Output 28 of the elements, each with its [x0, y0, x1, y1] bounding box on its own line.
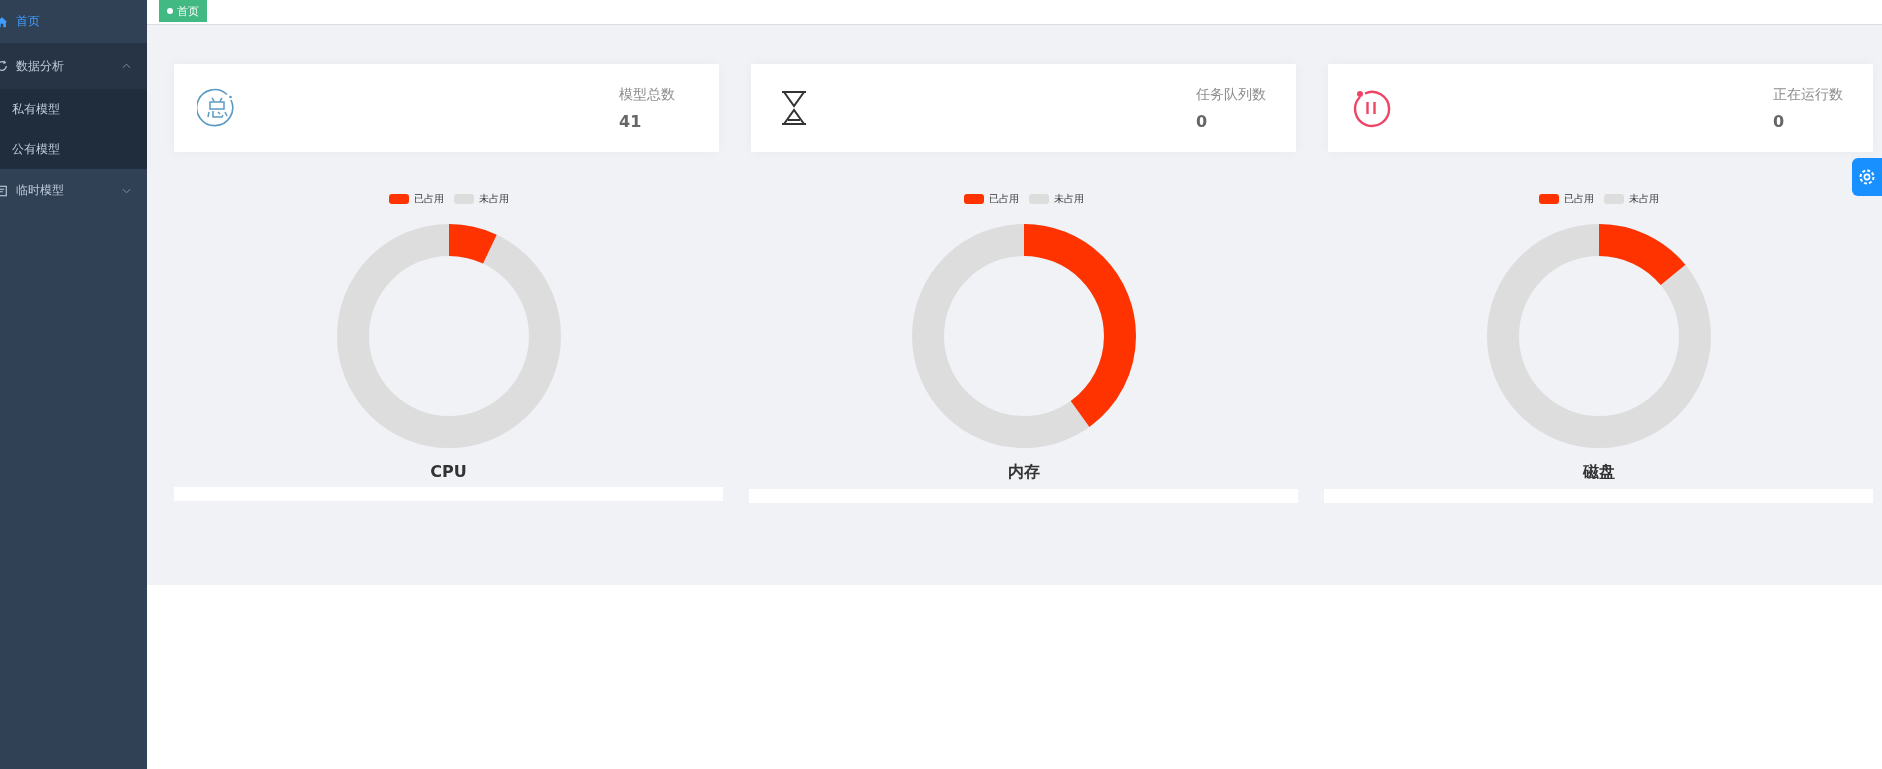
stat-value: 41	[619, 111, 643, 131]
total-icon	[197, 88, 237, 128]
stat-value: 0	[1773, 111, 1786, 131]
stat-label: 任务队列数	[1196, 85, 1267, 104]
menu-item[interactable]: 临时模型	[0, 169, 147, 212]
document-icon	[0, 184, 8, 197]
legend-label: 已占用	[988, 192, 1019, 206]
chevron-icon	[122, 63, 131, 69]
gauge-title: CPU	[430, 462, 467, 481]
menu-item[interactable]: 首页	[0, 0, 147, 43]
legend-label: 未占用	[1628, 192, 1659, 206]
chevron-icon	[122, 187, 131, 194]
stat-label: 正在运行数	[1773, 85, 1844, 104]
legend-label: 未占用	[1053, 192, 1084, 206]
submenu-item[interactable]: 私有模型	[0, 89, 147, 129]
legend-label: 已占用	[413, 192, 444, 206]
gauge-title: 内存	[1007, 462, 1040, 483]
settings-icon	[1857, 167, 1877, 187]
legend-label: 未占用	[478, 192, 509, 206]
pause-icon	[1351, 88, 1391, 128]
stat-value: 0	[1196, 111, 1209, 131]
legend-label: 已占用	[1563, 192, 1594, 206]
menu-item[interactable]: 数据分析	[0, 43, 147, 89]
gauge-title: 磁盘	[1582, 462, 1615, 483]
submenu-item[interactable]: 公有模型	[0, 129, 147, 169]
settings-button[interactable]	[1852, 158, 1882, 196]
home-icon	[0, 15, 8, 28]
stat-label: 模型总数	[619, 85, 676, 104]
